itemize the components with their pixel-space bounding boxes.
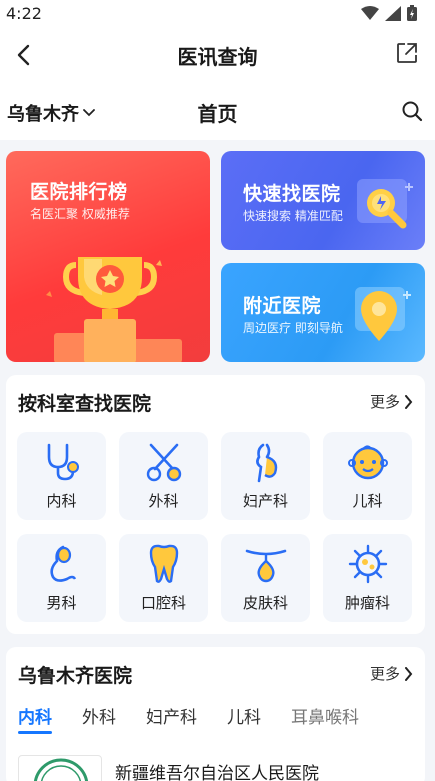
search-button[interactable] [401,100,425,124]
skin-icon [245,549,287,583]
city-selector[interactable]: 乌鲁木齐 [7,100,95,126]
chevron-down-icon [83,109,95,117]
virus-icon [348,544,388,584]
folder-search-icon [357,179,413,229]
department-pediatrics[interactable]: 儿科 [323,432,412,520]
department-obstetrics[interactable]: 妇产科 [221,432,310,520]
department-internal-medicine[interactable]: 内科 [17,432,106,520]
hospital-ranking-banner[interactable]: 医院排行榜 名医汇聚 权威推荐 [6,151,210,362]
signal-icon [385,5,401,21]
chevron-right-icon [405,394,413,409]
department-label: 肿瘤科 [344,594,390,612]
department-label: 儿科 [352,492,383,510]
department-oncology[interactable]: 肿瘤科 [323,534,412,622]
nearby-hospital-banner[interactable]: 附近医院 周边医疗 即刻导航 [221,263,425,362]
department-label: 内科 [46,492,77,510]
nav-title: 医讯查询 [177,44,258,69]
city-hospital-section: 乌鲁木齐医院 更多 内科 外科 妇产科 儿科 耳鼻喉科 新疆维吾尔自治区人民医院 [6,647,425,781]
tab-surgery[interactable]: 外科 [82,703,116,728]
tab-obstetrics[interactable]: 妇产科 [146,703,197,728]
tooth-icon [149,544,179,583]
chevron-right-icon [405,666,413,681]
nearby-title: 附近医院 [243,295,322,317]
department-dermatology[interactable]: 皮肤科 [221,534,310,622]
department-label: 妇产科 [242,492,288,510]
location-pin-icon [355,287,411,341]
fast-find-banner[interactable]: 快速找医院 快速搜索 精准匹配 [221,151,425,250]
battery-icon [407,5,417,21]
department-section: 按科室查找医院 更多 内科 外科 妇产科 儿科 男科 口腔科 皮肤科 肿瘤科 [6,375,425,634]
chevron-left-icon [17,44,30,66]
department-andrology[interactable]: 男科 [17,534,106,622]
share-button[interactable] [395,41,421,67]
tabs-fade-overlay [385,697,425,731]
nearby-subtitle: 周边医疗 即刻导航 [243,321,343,335]
search-icon [402,101,423,122]
stethoscope-icon [47,443,79,481]
scissors-icon [146,443,182,482]
department-dentistry[interactable]: 口腔科 [119,534,208,622]
department-label: 皮肤科 [242,594,288,612]
baby-icon [348,445,388,480]
home-header: 乌鲁木齐 首页 [0,84,435,140]
status-time: 4:22 [6,3,42,23]
share-icon [397,43,417,63]
trophy-icon [46,257,182,362]
department-label: 男科 [46,594,77,612]
status-bar: 4:22 [0,0,435,26]
department-label: 口腔科 [140,594,186,612]
ranking-subtitle: 名医汇聚 权威推荐 [30,207,130,221]
hospital-section-title: 乌鲁木齐医院 [18,665,133,687]
hospital-name: 新疆维吾尔自治区人民医院 [115,764,319,781]
hospital-logo-icon [33,758,89,781]
wifi-icon [361,6,379,20]
hospital-more-link[interactable]: 更多 [370,663,413,684]
pregnant-icon [256,443,278,483]
department-section-title: 按科室查找医院 [18,393,152,415]
city-label: 乌鲁木齐 [7,104,79,125]
ranking-title: 医院排行榜 [30,181,128,203]
department-grid: 内科 外科 妇产科 儿科 男科 口腔科 皮肤科 肿瘤科 [17,432,415,622]
department-surgery[interactable]: 外科 [119,432,208,520]
fast-find-subtitle: 快速搜索 精准匹配 [243,209,343,223]
hospital-category-tabs: 内科 外科 妇产科 儿科 耳鼻喉科 [18,703,359,734]
tab-pediatrics[interactable]: 儿科 [227,703,261,728]
department-more-link[interactable]: 更多 [370,391,413,412]
fast-find-title: 快速找医院 [243,183,341,205]
tab-ent[interactable]: 耳鼻喉科 [291,703,359,728]
hospital-logo [18,755,102,781]
back-button[interactable] [8,40,38,70]
nav-bar: 医讯查询 [0,26,435,84]
status-icons [361,5,417,21]
male-icon [50,545,77,582]
department-more-label: 更多 [369,393,400,411]
hospital-list-item[interactable]: 新疆维吾尔自治区人民医院 [18,755,418,781]
tab-internal-medicine[interactable]: 内科 [18,703,52,734]
department-label: 外科 [148,492,179,510]
hospital-more-label: 更多 [369,665,400,683]
